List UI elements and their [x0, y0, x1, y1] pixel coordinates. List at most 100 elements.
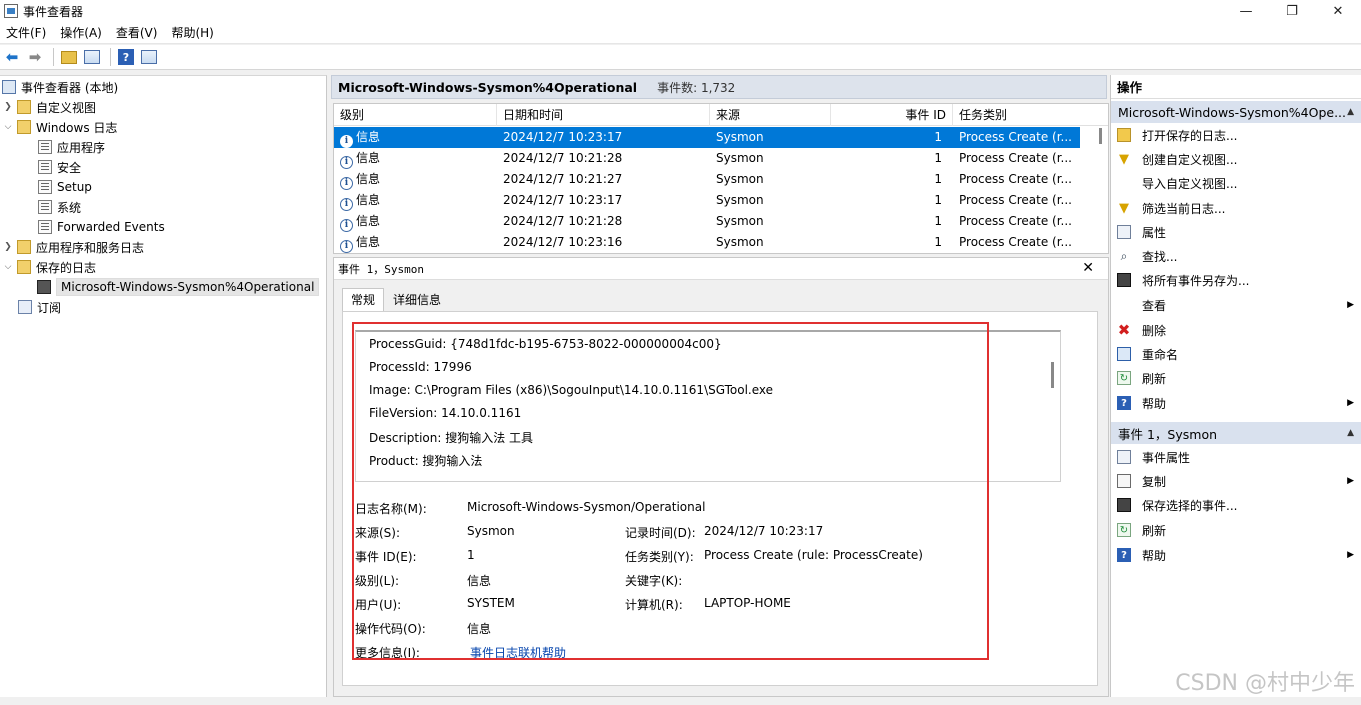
action-refresh[interactable]: ↻ 刷新: [1111, 366, 1361, 390]
event-list: 级别 日期和时间 来源 事件 ID 任务类别 i 信息 2024/12/7 10:…: [333, 103, 1109, 254]
event-list-scrollbar[interactable]: [1092, 126, 1108, 253]
row-task: Process Create (r...: [959, 235, 1072, 249]
event-count: 事件数: 1,732: [657, 80, 736, 95]
table-row[interactable]: i 信息 2024/12/7 10:21:28 Sysmon 1 Process …: [334, 148, 1080, 169]
table-row[interactable]: i 信息 2024/12/7 10:23:16 Sysmon 1 Process …: [334, 232, 1080, 253]
collapse-triangle-icon[interactable]: ▲: [1347, 107, 1354, 117]
event-description-box[interactable]: ProcessGuid: {748d1fdc-b195-6753-8022-00…: [355, 330, 1061, 482]
tree-item-setup[interactable]: Setup: [38, 177, 92, 197]
action-event-properties[interactable]: 事件属性: [1111, 445, 1361, 469]
tree-item-subscriptions[interactable]: 订阅: [18, 297, 61, 317]
menu-file[interactable]: 文件(F): [0, 24, 54, 41]
row-level: 信息: [356, 235, 381, 249]
tree-item-system[interactable]: 系统: [38, 197, 81, 217]
action-create-custom-view[interactable]: ▼ 创建自定义视图...: [1111, 147, 1361, 171]
action-refresh-event[interactable]: ↻ 刷新: [1111, 518, 1361, 542]
column-header-datetime[interactable]: 日期和时间: [497, 104, 710, 126]
column-header-source[interactable]: 来源: [710, 104, 831, 126]
tab-general[interactable]: 常规: [342, 288, 385, 311]
action-help-event[interactable]: ? 帮助 ▶: [1111, 543, 1361, 567]
forward-arrow-icon[interactable]: ➡: [25, 47, 45, 67]
tree-item-custom-views[interactable]: ❯ 自定义视图: [2, 97, 96, 117]
chevron-down-icon[interactable]: ⌵: [2, 122, 14, 132]
tree-item-saved-logs[interactable]: ⌵ 保存的日志: [2, 257, 96, 277]
column-header-task[interactable]: 任务类别: [953, 104, 1108, 126]
table-row[interactable]: i 信息 2024/12/7 10:23:17 Sysmon 1 Process …: [334, 127, 1080, 148]
action-save-selected-events[interactable]: 保存选择的事件...: [1111, 493, 1361, 517]
collapse-triangle-icon[interactable]: ▲: [1347, 428, 1354, 438]
action-label: 保存选择的事件...: [1142, 498, 1238, 513]
info-icon: i: [340, 219, 353, 232]
chevron-down-icon[interactable]: ⌵: [2, 262, 14, 272]
description-line: Image: C:\Program Files (x86)\SogouInput…: [369, 383, 774, 397]
back-arrow-icon[interactable]: ⬅: [2, 47, 22, 67]
opcode-value: 信息: [467, 622, 492, 636]
tree-item-security[interactable]: 安全: [38, 157, 81, 177]
row-datetime: 2024/12/7 10:21:28: [503, 151, 623, 165]
chevron-right-icon[interactable]: ❯: [2, 102, 14, 112]
close-button[interactable]: ✕: [1315, 0, 1361, 22]
action-save-all-events[interactable]: 将所有事件另存为...: [1111, 268, 1361, 292]
actions-section-event[interactable]: 事件 1，Sysmon ▲: [1111, 422, 1361, 444]
info-icon: i: [340, 177, 353, 190]
column-header-event-id[interactable]: 事件 ID: [831, 104, 953, 126]
tree-item-application[interactable]: 应用程序: [38, 137, 105, 157]
action-delete[interactable]: ✖ 删除: [1111, 318, 1361, 342]
action-help[interactable]: ? 帮助 ▶: [1111, 391, 1361, 415]
table-row[interactable]: i 信息 2024/12/7 10:23:17 Sysmon 1 Process …: [334, 190, 1080, 211]
menu-view[interactable]: 查看(V): [110, 24, 166, 41]
tree-item-app-service-logs[interactable]: ❯ 应用程序和服务日志: [2, 237, 144, 257]
action-label: 属性: [1142, 225, 1167, 240]
row-level: 信息: [356, 214, 381, 228]
toolbar-separator: [53, 48, 54, 66]
tree-item-forwarded-events[interactable]: Forwarded Events: [38, 217, 165, 237]
chevron-right-icon[interactable]: ❯: [2, 242, 14, 252]
table-row[interactable]: i 信息 2024/12/7 10:21:28 Sysmon 1 Process …: [334, 211, 1080, 232]
row-source: Sysmon: [716, 214, 764, 228]
info-icon: i: [340, 156, 353, 169]
actions-section-log[interactable]: Microsoft-Windows-Sysmon%4Ope... ▲: [1111, 101, 1361, 123]
column-header-level[interactable]: 级别: [334, 104, 497, 126]
row-level: 信息: [356, 172, 381, 186]
tree-item-windows-logs[interactable]: ⌵ Windows 日志: [2, 117, 117, 137]
maximize-button[interactable]: ❐: [1269, 0, 1315, 22]
task-category-value: Process Create (rule: ProcessCreate): [704, 548, 923, 562]
help-button[interactable]: ?: [116, 47, 136, 67]
general-tab-body: ProcessGuid: {748d1fdc-b195-6753-8022-00…: [342, 311, 1098, 686]
submenu-arrow-icon: ▶: [1347, 476, 1354, 486]
filter-icon: ▼: [1119, 200, 1129, 216]
menu-bar: 文件(F) 操作(A) 查看(V) 帮助(H): [0, 22, 1361, 44]
menu-help[interactable]: 帮助(H): [165, 24, 221, 41]
close-detail-icon[interactable]: ✕: [1082, 260, 1094, 276]
action-copy[interactable]: 复制 ▶: [1111, 469, 1361, 493]
log-name: Microsoft-Windows-Sysmon%4Operational: [338, 79, 638, 95]
show-hide-tree-button[interactable]: [82, 47, 102, 67]
tab-details[interactable]: 详细信息: [384, 288, 450, 311]
online-help-link[interactable]: 事件日志联机帮助: [470, 644, 566, 661]
action-view[interactable]: 查看 ▶: [1111, 293, 1361, 317]
action-properties[interactable]: 属性: [1111, 220, 1361, 244]
tree-item-sysmon-log[interactable]: Microsoft-Windows-Sysmon%4Operational: [37, 277, 320, 297]
menu-action[interactable]: 操作(A): [54, 24, 110, 41]
logged-value: 2024/12/7 10:23:17: [704, 524, 824, 538]
tree-item-root[interactable]: 事件查看器 (本地): [2, 77, 118, 97]
row-level: 信息: [356, 130, 381, 144]
column-header-event-id-label: 事件 ID: [905, 108, 946, 122]
minimize-button[interactable]: —: [1223, 0, 1269, 22]
action-rename[interactable]: 重命名: [1111, 342, 1361, 366]
folder-icon: [17, 240, 31, 254]
description-scrollbar[interactable]: [1051, 362, 1054, 388]
action-open-saved-log[interactable]: 打开保存的日志...: [1111, 123, 1361, 147]
table-row[interactable]: i 信息 2024/12/7 10:21:27 Sysmon 1 Process …: [334, 169, 1080, 190]
action-label: 筛选当前日志...: [1142, 201, 1226, 216]
filter-icon: ▼: [1119, 151, 1129, 167]
saved-log-icon: [37, 280, 51, 294]
action-import-custom-view[interactable]: 导入自定义视图...: [1111, 171, 1361, 195]
event-list-header: 级别 日期和时间 来源 事件 ID 任务类别: [334, 104, 1108, 126]
action-find[interactable]: ⌕ 查找...: [1111, 244, 1361, 268]
refresh-icon: ↻: [1117, 371, 1131, 385]
show-action-pane-button[interactable]: [139, 47, 159, 67]
open-folder-button[interactable]: [59, 47, 79, 67]
help-icon: ?: [1117, 548, 1131, 562]
action-filter-current-log[interactable]: ▼ 筛选当前日志...: [1111, 196, 1361, 220]
